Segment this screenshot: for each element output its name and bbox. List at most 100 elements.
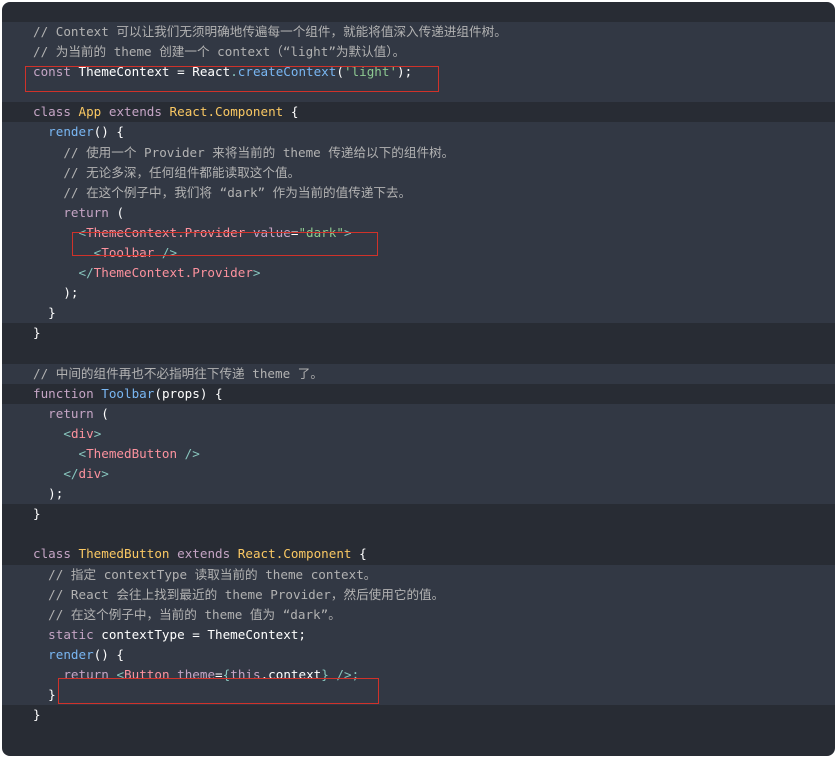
jsx-bracket: /> xyxy=(177,445,200,461)
punctuation: } xyxy=(33,707,41,723)
jsx-tag-name: div xyxy=(70,425,94,441)
jsx-attribute: value xyxy=(252,224,291,240)
code-line: <ThemeContext.Provider value="dark"> xyxy=(2,222,835,244)
punctuation: } xyxy=(33,506,41,522)
punctuation: . xyxy=(230,64,238,80)
code-line: // 指定 contextType 读取当前的 theme context。 xyxy=(2,564,835,585)
comment-text: // React 会往上找到最近的 theme Provider，然后使用它的值… xyxy=(48,586,445,602)
code-line-blank xyxy=(2,82,835,103)
code-line: render() { xyxy=(2,644,835,665)
code-line: return ( xyxy=(2,403,835,424)
class-name: React.Component xyxy=(237,546,352,562)
punctuation: } xyxy=(33,325,41,341)
code-line: return ( xyxy=(2,202,835,223)
code-line: class ThemedButton extends React.Compone… xyxy=(2,544,835,564)
jsx-bracket: < xyxy=(78,224,87,240)
keyword: return xyxy=(63,667,109,682)
comment-text: // 在这个例子中，我们将 “dark” 作为当前的值传递下去。 xyxy=(63,184,412,200)
jsx-tag-name: ThemeContext.Provider xyxy=(93,265,253,281)
code-line: // 在这个例子中，当前的 theme 值为 “dark”。 xyxy=(2,604,835,625)
jsx-bracket: > xyxy=(93,425,102,441)
operator: = xyxy=(215,667,223,682)
jsx-bracket: />; xyxy=(328,667,360,682)
code-line: <div> xyxy=(2,423,835,444)
jsx-tag-name: ThemeContext.Provider xyxy=(86,224,246,240)
code-block: // Context 可以让我们无须明确地传遍每一个组件，就能将值深入传递进组件… xyxy=(2,2,835,756)
comment-text: // 中间的组件再也不必指明往下传递 theme 了。 xyxy=(33,365,323,381)
comment-text: // 无论多深，任何组件都能读取这个值。 xyxy=(63,164,301,180)
punctuation: ) { xyxy=(199,385,223,401)
parameter: props xyxy=(161,385,200,401)
code-line: // 无论多深，任何组件都能读取这个值。 xyxy=(2,162,835,183)
punctuation: ( xyxy=(154,385,162,401)
code-line: // React 会往上找到最近的 theme Provider，然后使用它的值… xyxy=(2,584,835,605)
punctuation: () { xyxy=(93,124,125,140)
function-name: Toolbar xyxy=(101,385,155,401)
property-name: context xyxy=(268,667,322,682)
jsx-bracket: > xyxy=(343,224,352,240)
function-name: render xyxy=(48,646,94,662)
keyword: this xyxy=(230,667,261,682)
punctuation: ); xyxy=(63,285,79,301)
keyword: return xyxy=(63,204,109,220)
code-line: // 为当前的 theme 创建一个 context（“light”为默认值）。 xyxy=(2,42,835,63)
code-line: } xyxy=(2,303,835,324)
comment-text: // 为当前的 theme 创建一个 context（“light”为默认值）。 xyxy=(33,44,406,60)
jsx-tag-name: ThemedButton xyxy=(86,445,178,461)
code-line: ); xyxy=(2,283,835,304)
punctuation: ); xyxy=(48,486,64,502)
code-line: // 使用一个 Provider 来将当前的 theme 传递给以下的组件树。 xyxy=(2,142,835,163)
punctuation: ( xyxy=(336,64,344,80)
punctuation: } xyxy=(321,667,329,682)
keyword: static xyxy=(48,626,94,642)
jsx-attribute: theme xyxy=(177,667,216,682)
keyword: return xyxy=(48,405,94,421)
punctuation: ( xyxy=(101,405,109,421)
code-line: ); xyxy=(2,484,835,505)
string-literal: 'light' xyxy=(343,64,398,80)
code-line: } xyxy=(2,323,835,343)
code-line: const ThemeContext = React.createContext… xyxy=(2,62,835,83)
code-line: function Toolbar(props) { xyxy=(2,384,835,404)
punctuation: } xyxy=(48,305,56,321)
code-body: // Context 可以让我们无须明确地传遍每一个组件，就能将值深入传递进组件… xyxy=(2,22,835,725)
class-name: React.Component xyxy=(169,104,284,120)
operator: = xyxy=(184,626,208,642)
comment-text: // 在这个例子中，当前的 theme 值为 “dark”。 xyxy=(48,606,341,622)
code-line: return <Button theme={this.context} />; xyxy=(2,665,835,686)
code-line: class App extends React.Component { xyxy=(2,102,835,122)
keyword: extends xyxy=(177,546,231,562)
identifier: ThemeContext xyxy=(207,626,299,642)
jsx-bracket: > xyxy=(252,265,261,281)
code-line: </div> xyxy=(2,464,835,485)
jsx-tag-name: Toolbar xyxy=(101,245,155,261)
comment-text: // Context 可以让我们无须明确地传遍每一个组件，就能将值深入传递进组件… xyxy=(33,24,507,39)
code-line: static contextType = ThemeContext; xyxy=(2,624,835,645)
keyword: extends xyxy=(108,104,162,120)
code-line: } xyxy=(2,504,835,524)
identifier: ThemeContext xyxy=(78,64,170,80)
operator: = xyxy=(169,64,193,80)
punctuation: ( xyxy=(116,204,125,220)
jsx-bracket: </ xyxy=(63,466,79,482)
code-line: <ThemedButton /> xyxy=(2,443,835,465)
code-line: // 中间的组件再也不必指明往下传递 theme 了。 xyxy=(2,363,835,384)
comment-text: // 使用一个 Provider 来将当前的 theme 传递给以下的组件树。 xyxy=(63,144,455,160)
jsx-bracket: </ xyxy=(78,265,94,281)
punctuation: { xyxy=(359,546,367,562)
code-line: <Toolbar /> xyxy=(2,243,835,264)
punctuation: ; xyxy=(298,626,307,642)
comment-text: // 指定 contextType 读取当前的 theme context。 xyxy=(48,566,377,582)
code-line: } xyxy=(2,685,835,706)
code-line: </ThemeContext.Provider> xyxy=(2,263,835,284)
jsx-tag-name: Button xyxy=(124,667,170,682)
jsx-bracket: < xyxy=(63,425,71,441)
punctuation: } xyxy=(48,687,56,703)
jsx-bracket: < xyxy=(78,445,87,461)
code-line: // 在这个例子中，我们将 “dark” 作为当前的值传递下去。 xyxy=(2,182,835,203)
jsx-bracket: < xyxy=(116,667,125,682)
jsx-bracket: /> xyxy=(154,245,178,261)
keyword: class xyxy=(33,104,71,120)
